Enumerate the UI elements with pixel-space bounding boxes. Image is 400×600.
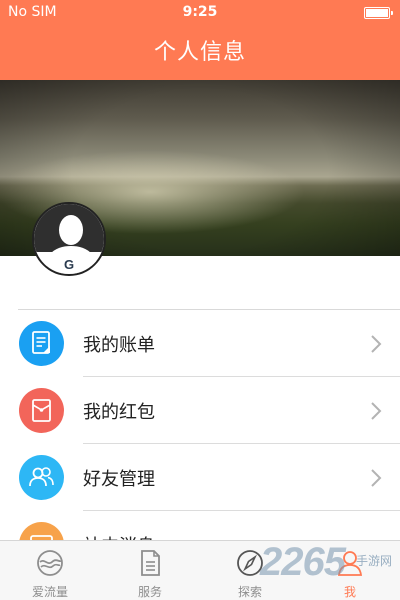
menu-item-friends[interactable]: 好友管理 (0, 444, 400, 511)
tab-label: 探索 (237, 585, 262, 599)
menu-item-label: 我的红包 (83, 402, 155, 423)
menu-item-red-envelope[interactable]: 我的红包 (0, 377, 400, 444)
tab-me[interactable]: 我 (300, 541, 400, 600)
avatar-letter: G (63, 257, 75, 272)
user-icon (337, 551, 363, 576)
document-icon (141, 550, 160, 576)
tab-label: 服务 (137, 585, 162, 599)
menu-item-label: 我的账单 (83, 335, 155, 356)
tab-bar: 爱流量 服务 探索 我 (0, 540, 400, 600)
battery-icon (364, 7, 393, 19)
header-bar: No SIM 9:25 个人信息 (0, 0, 400, 80)
clock-label: 9:25 (182, 4, 218, 20)
tab-label: 我 (343, 585, 356, 599)
tab-label: 爱流量 (31, 585, 68, 599)
profile-menu: 我的账单 我的红包 好友管理 (0, 310, 400, 578)
chevron-right-icon (371, 469, 382, 487)
chevron-right-icon (371, 335, 382, 353)
bill-icon (19, 321, 64, 366)
status-bar: No SIM 9:25 (0, 0, 400, 26)
tab-explore[interactable]: 探索 (200, 541, 300, 600)
data-flow-icon (37, 550, 63, 576)
compass-icon (237, 550, 263, 576)
tab-data-flow[interactable]: 爱流量 (0, 541, 100, 600)
page-title: 个人信息 (153, 40, 246, 65)
red-envelope-icon (19, 388, 64, 433)
chevron-right-icon (371, 402, 382, 420)
menu-item-bill[interactable]: 我的账单 (0, 310, 400, 377)
tab-service[interactable]: 服务 (100, 541, 200, 600)
avatar[interactable]: G (32, 202, 106, 276)
menu-item-label: 好友管理 (83, 469, 155, 490)
friends-icon (19, 455, 64, 500)
